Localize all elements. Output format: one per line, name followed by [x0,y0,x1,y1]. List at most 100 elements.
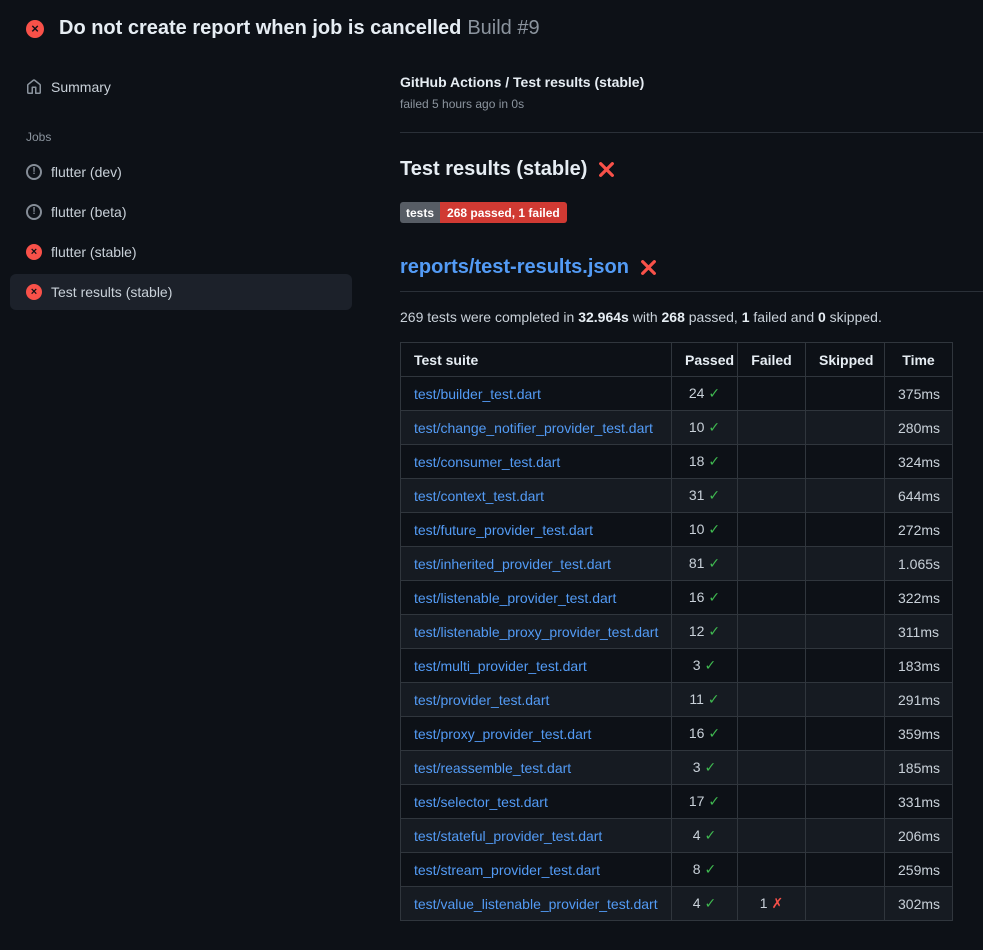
report-link[interactable]: reports/test-results.json [400,256,629,279]
sidebar-item-test-results-stable[interactable]: × Test results (stable) [10,274,352,310]
skipped-cell [806,649,885,683]
cancelled-status-icon: ! [26,164,42,180]
passed-cell-value: 31 [689,487,705,503]
test-suite-link[interactable]: test/listenable_proxy_provider_test.dart [414,624,658,640]
test-suite-link[interactable]: test/consumer_test.dart [414,454,560,470]
summary-label: Summary [51,79,111,95]
table-row: test/selector_test.dart 17✓ 331ms [401,785,953,819]
skipped-cell [806,513,885,547]
summary-text: failed and [750,309,819,325]
passed-cell: 3✓ [672,751,738,785]
build-number: Build #9 [467,17,539,39]
test-suite-link[interactable]: test/builder_test.dart [414,386,541,402]
test-suite-cell: test/consumer_test.dart [401,445,672,479]
passed-cell: 16✓ [672,581,738,615]
results-table-body: test/builder_test.dart24✓375ms test/chang… [401,377,953,921]
passed-cell: 18✓ [672,445,738,479]
test-suite-link[interactable]: test/value_listenable_provider_test.dart [414,896,658,912]
sidebar-item-flutter-dev[interactable]: !flutter (dev) [10,154,352,190]
test-suite-cell: test/multi_provider_test.dart [401,649,672,683]
passed-cell-value: 81 [689,555,705,571]
passed-cell: 10✓ [672,513,738,547]
check-icon: ✓ [708,793,720,809]
breadcrumb: GitHub Actions / Test results (stable) [400,74,983,90]
skipped-cell [806,615,885,649]
sidebar-item-flutter-beta[interactable]: !flutter (beta) [10,194,352,230]
test-suite-link[interactable]: test/inherited_provider_test.dart [414,556,611,572]
test-suite-cell: test/stream_provider_test.dart [401,853,672,887]
failed-cell [738,751,806,785]
test-suite-cell: test/provider_test.dart [401,683,672,717]
test-suite-link[interactable]: test/proxy_provider_test.dart [414,726,591,742]
skipped-cell [806,377,885,411]
layout: Summary Jobs !flutter (dev)!flutter (bet… [0,48,983,921]
table-row: test/value_listenable_provider_test.dart… [401,887,953,921]
test-suite-link[interactable]: test/listenable_provider_test.dart [414,590,616,606]
time-cell: 644ms [885,479,953,513]
time-cell: 1.065s [885,547,953,581]
sidebar-item-flutter-stable[interactable]: ×flutter (stable) [10,234,352,270]
failed-cell [738,853,806,887]
failed-circle-icon: × [26,20,44,38]
check-icon: ✓ [708,521,720,537]
results-table: Test suite Passed Failed Skipped Time te… [400,342,953,921]
column-header-failed: Failed [738,343,806,377]
test-suite-link[interactable]: test/context_test.dart [414,488,544,504]
table-row: test/stateful_provider_test.dart4✓206ms [401,819,953,853]
failed-cell: 1✗ [738,887,806,921]
passed-cell-value: 11 [689,691,704,707]
failed-cell [738,819,806,853]
skipped-cell [806,785,885,819]
page-title: Do not create report when job is cancell… [59,17,540,40]
passed-cell-value: 3 [693,657,701,673]
test-suite-link[interactable]: test/change_notifier_provider_test.dart [414,420,653,436]
check-icon: ✓ [705,657,717,673]
table-row: test/builder_test.dart24✓375ms [401,377,953,411]
sidebar: Summary Jobs !flutter (dev)!flutter (bet… [0,48,400,314]
home-icon [26,79,42,95]
test-suite-link[interactable]: test/stream_provider_test.dart [414,862,600,878]
time-cell: 302ms [885,887,953,921]
passed-cell-value: 4 [693,895,701,911]
failed-cell-value: 1 [760,895,768,911]
passed-cell: 17✓ [672,785,738,819]
check-icon: ✓ [705,759,717,775]
time-cell: 331ms [885,785,953,819]
column-header-time: Time [885,343,953,377]
cancelled-status-icon: ! [26,204,42,220]
sidebar-item-summary[interactable]: Summary [10,70,352,104]
test-suite-link[interactable]: test/provider_test.dart [414,692,549,708]
passed-cell: 81✓ [672,547,738,581]
cross-icon: ✗ [772,895,784,911]
failed-cell [738,649,806,683]
skipped-cell [806,853,885,887]
test-suite-link[interactable]: test/multi_provider_test.dart [414,658,587,674]
report-title: reports/test-results.json [400,256,983,292]
section-title-text: Test results (stable) [400,158,587,181]
job-label: Test results (stable) [51,284,172,300]
passed-cell-value: 10 [689,521,705,537]
test-suite-cell: test/value_listenable_provider_test.dart [401,887,672,921]
passed-cell: 8✓ [672,853,738,887]
failed-cell [738,411,806,445]
skipped-cell [806,479,885,513]
passed-cell-value: 16 [689,589,705,605]
time-cell: 359ms [885,717,953,751]
time-cell: 375ms [885,377,953,411]
test-suite-link[interactable]: test/stateful_provider_test.dart [414,828,602,844]
summary-text: skipped. [826,309,882,325]
table-row: test/proxy_provider_test.dart16✓359ms [401,717,953,751]
failed-status-icon: × [26,284,42,300]
main-content: GitHub Actions / Test results (stable) f… [400,48,983,921]
time-cell: 291ms [885,683,953,717]
test-suite-link[interactable]: test/future_provider_test.dart [414,522,593,538]
test-suite-cell: test/selector_test.dart [401,785,672,819]
failed-cell [738,479,806,513]
test-suite-link[interactable]: test/reassemble_test.dart [414,760,571,776]
summary-text: 269 tests were completed in [400,309,578,325]
summary-duration: 32.964s [578,309,629,325]
tests-badge: tests 268 passed, 1 failed [400,202,567,223]
test-suite-link[interactable]: test/selector_test.dart [414,794,548,810]
passed-cell: 12✓ [672,615,738,649]
test-suite-cell: test/reassemble_test.dart [401,751,672,785]
